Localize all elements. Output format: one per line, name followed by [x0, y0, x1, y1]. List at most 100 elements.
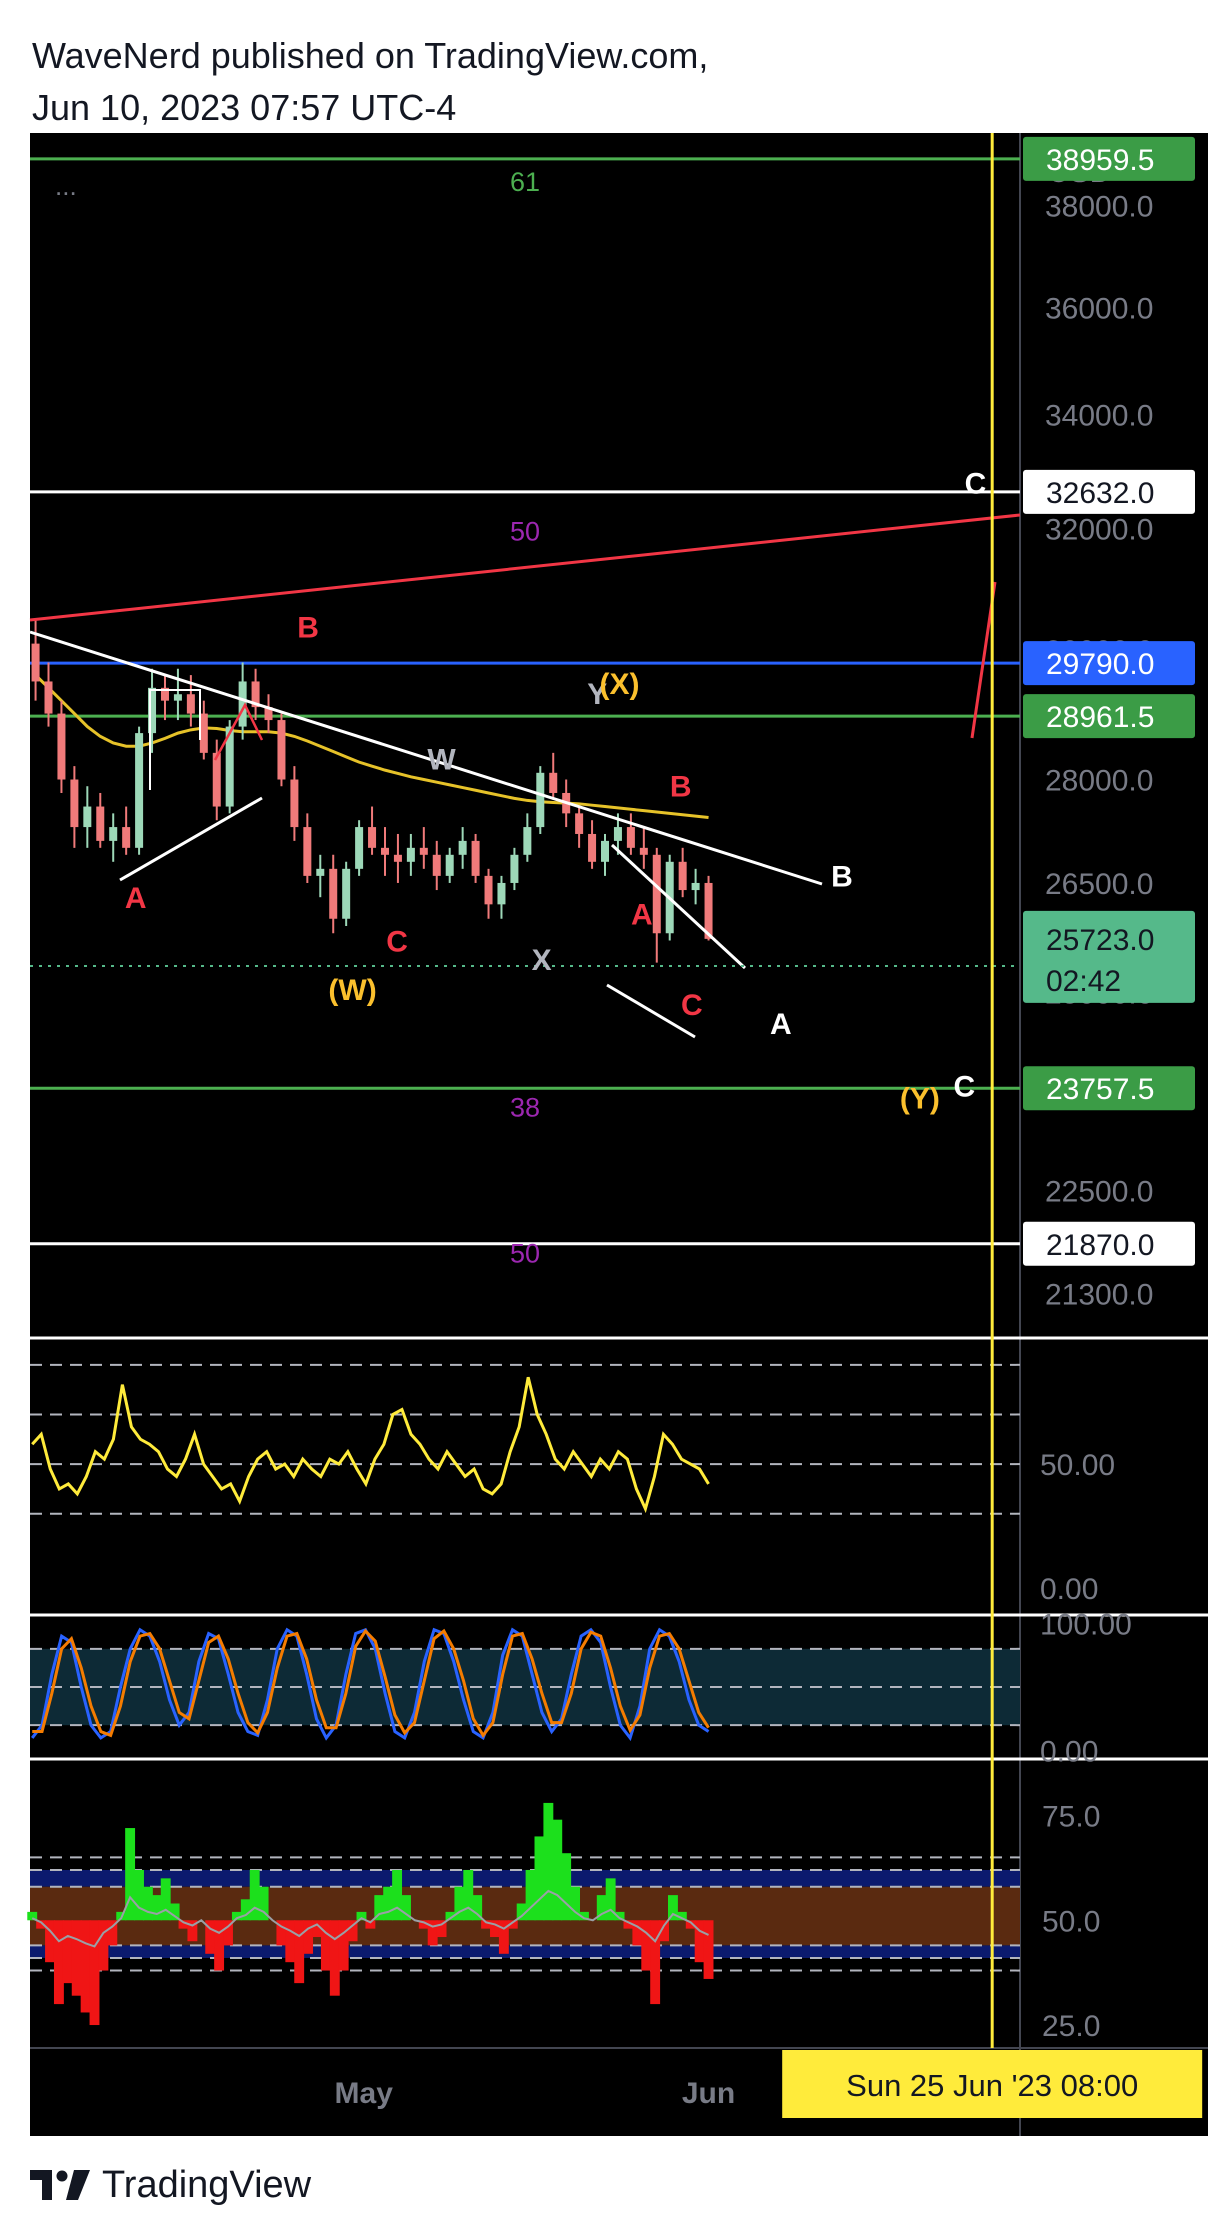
- oscillator-tick-label: 100.00: [1040, 1608, 1132, 1641]
- wave-label: (X): [600, 668, 640, 701]
- oscillator-tick-label: 50.00: [1040, 1449, 1115, 1482]
- wave-label: C: [681, 989, 703, 1022]
- candle-body: [484, 875, 493, 905]
- candle-body: [393, 854, 402, 862]
- histogram-bar: [703, 1920, 714, 1979]
- candle-body: [613, 827, 622, 841]
- footer: TradingView: [30, 2160, 311, 2210]
- oscillator-tick-label: 0.00: [1040, 1736, 1098, 1769]
- price-tick-label: 32000.0: [1045, 514, 1153, 547]
- candle-body: [329, 868, 338, 919]
- candle-body: [70, 779, 79, 828]
- histogram-bar: [320, 1920, 331, 1971]
- price-tick-label: 22500.0: [1045, 1175, 1153, 1208]
- candle-body: [549, 772, 558, 793]
- tradingview-logo-icon[interactable]: [30, 2170, 92, 2200]
- wave-label: C: [965, 468, 987, 501]
- candle-body: [109, 827, 118, 841]
- candle-body: [186, 694, 195, 714]
- histogram-bar: [561, 1853, 572, 1921]
- wave-label: A: [125, 882, 147, 915]
- price-tick-label: 34000.0: [1045, 400, 1153, 433]
- candle-body: [639, 847, 648, 855]
- histogram-bar: [285, 1920, 296, 1963]
- price-badge-label: 29790.0: [1046, 648, 1154, 681]
- histogram-bar: [650, 1920, 661, 2005]
- histogram-bar: [71, 1920, 82, 1996]
- price-tick-label: 21300.0: [1045, 1278, 1153, 1311]
- histogram-bar: [338, 1920, 349, 1971]
- wave-label: C: [386, 926, 408, 959]
- candle-body: [652, 854, 661, 934]
- histogram-bar: [89, 1920, 100, 2026]
- wave-label: C: [954, 1071, 976, 1104]
- candle-body: [575, 813, 584, 834]
- oscillator-tick-label: 25.0: [1042, 2010, 1100, 2043]
- wave-label: B: [831, 861, 853, 894]
- oscillator-tick-label: 0.00: [1040, 1573, 1098, 1606]
- histogram-bar: [98, 1920, 109, 1971]
- upper-zone-band: [30, 1869, 1020, 1887]
- histogram-bar: [214, 1920, 225, 1971]
- candle-body: [212, 752, 221, 807]
- wave-label: A: [770, 1008, 792, 1041]
- price-badge-label: 21870.0: [1046, 1229, 1154, 1262]
- candle-body: [626, 827, 635, 848]
- price-tick-label: 28000.0: [1045, 765, 1153, 798]
- price-tick-label: 26500.0: [1045, 868, 1153, 901]
- histogram-bar: [53, 1920, 64, 2005]
- candle-body: [31, 643, 40, 682]
- candle-body: [57, 713, 66, 780]
- candle-body: [316, 868, 325, 876]
- candle-body: [173, 694, 182, 701]
- histogram-bar: [329, 1920, 340, 1996]
- wave-label: (Y): [900, 1083, 940, 1116]
- candle-body: [691, 882, 700, 891]
- oscillator-tick-label: 75.0: [1042, 1800, 1100, 1833]
- chart-menu-dots[interactable]: ...: [55, 171, 77, 201]
- wave-label: B: [297, 611, 319, 644]
- candle-body: [355, 827, 364, 869]
- histogram-bar: [392, 1869, 403, 1921]
- crosshair-time-label: Sun 25 Jun '23 08:00: [846, 2068, 1138, 2103]
- histogram-bar: [294, 1920, 305, 1984]
- histogram-bar: [534, 1836, 545, 1921]
- candle-body: [303, 827, 312, 876]
- price-tick-label: 36000.0: [1045, 292, 1153, 325]
- candle-body: [290, 779, 299, 828]
- candle-body: [497, 882, 506, 905]
- histogram-bar: [249, 1869, 260, 1921]
- candle-body: [96, 806, 105, 841]
- candle-body: [536, 772, 545, 828]
- fib-label: 50: [510, 1239, 540, 1269]
- candle-body: [523, 827, 532, 855]
- candle-body: [135, 733, 144, 848]
- lower-zone-band: [30, 1945, 1020, 1958]
- candle-body: [342, 868, 351, 919]
- candle-body: [406, 847, 415, 862]
- wave-label: X: [532, 944, 552, 977]
- chart-background: [30, 133, 1208, 2136]
- wave-label: A: [631, 899, 653, 932]
- candle-body: [471, 840, 480, 876]
- countdown-label: 02:42: [1046, 965, 1121, 998]
- footer-brand[interactable]: TradingView: [102, 2164, 311, 2207]
- price-badge-label: 38959.5: [1046, 144, 1154, 177]
- histogram-bar: [463, 1869, 474, 1921]
- histogram-bar: [62, 1920, 73, 1984]
- candle-body: [199, 713, 208, 753]
- candle-body: [380, 847, 389, 855]
- oscillator-tick-label: 50.0: [1042, 1905, 1100, 1938]
- time-tick-label: Jun: [682, 2077, 735, 2110]
- chart-area[interactable]: USD ... 61503850 ABWC(W)Y(X)XABCAB(Y)CC …: [0, 0, 1230, 2224]
- last-price-label: 25723.0: [1046, 924, 1154, 957]
- candle-body: [44, 681, 53, 714]
- candle-body: [510, 854, 519, 883]
- fib-label: 61: [510, 167, 540, 197]
- candle-body: [601, 840, 610, 862]
- price-badge-label: 28961.5: [1046, 701, 1154, 734]
- price-badge-label: 32632.0: [1046, 477, 1154, 510]
- histogram-bar: [383, 1886, 394, 1921]
- histogram-bar: [303, 1920, 314, 1954]
- price-badge-label: 23757.5: [1046, 1073, 1154, 1106]
